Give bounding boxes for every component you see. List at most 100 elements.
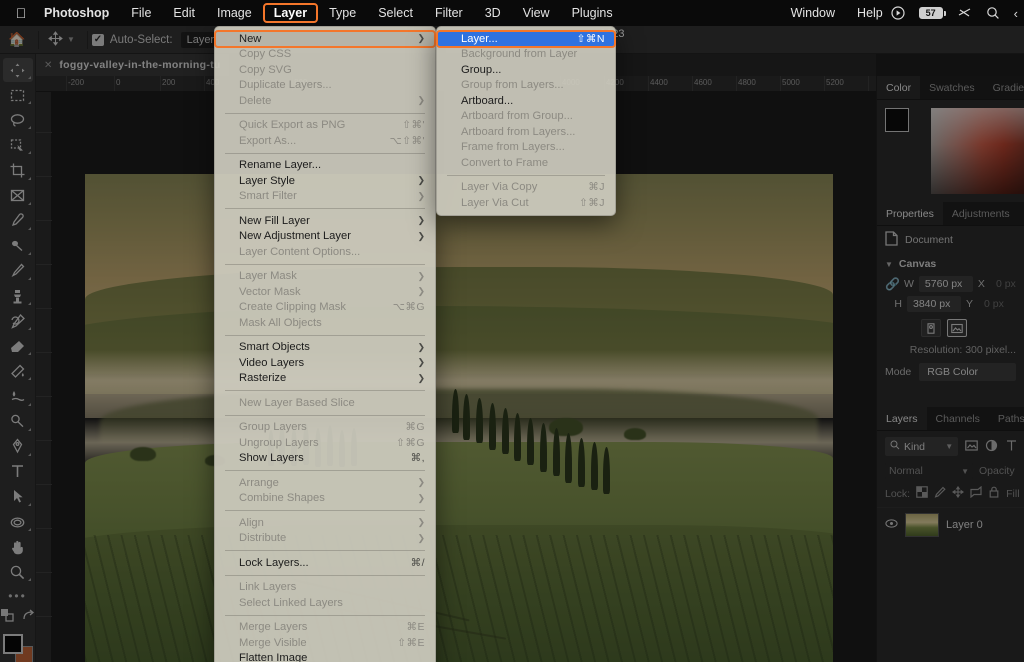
ellipse-shape-tool[interactable] [3, 510, 33, 534]
menu-layer[interactable]: Layer [263, 3, 318, 23]
record-circle-icon[interactable] [891, 6, 905, 20]
color-panel-swatches[interactable] [885, 108, 923, 142]
control-center-icon[interactable]: ‹ [1014, 7, 1018, 20]
eraser-tool[interactable] [3, 334, 33, 358]
y-input[interactable]: 0 px [978, 296, 1018, 312]
tab-gradients[interactable]: Gradients [984, 76, 1024, 99]
landscape-orientation-icon[interactable] [947, 319, 967, 337]
menu-file[interactable]: File [120, 3, 162, 23]
layer-menu-item-video-layers[interactable]: Video Layers❯ [215, 355, 435, 371]
document-tab[interactable]: ✕ foggy-valley-in-the-morning-tu [36, 54, 229, 76]
menu-filter[interactable]: Filter [424, 3, 474, 23]
mode-dropdown[interactable]: RGB Color [919, 363, 1016, 381]
tab-adjustments[interactable]: Adjustments [943, 202, 1019, 225]
tab-libraries[interactable]: Li [1019, 202, 1024, 225]
dodge-tool[interactable] [3, 410, 33, 434]
layer-menu-item-layer-style[interactable]: Layer Style❯ [215, 173, 435, 189]
chevron-down-icon[interactable]: ▼ [67, 35, 75, 44]
menu-3d[interactable]: 3D [474, 3, 512, 23]
height-input[interactable]: 3840 px [907, 296, 961, 312]
menu-select[interactable]: Select [367, 3, 424, 23]
gradient-tool[interactable] [3, 359, 33, 383]
layer-menu-item-smart-objects[interactable]: Smart Objects❯ [215, 340, 435, 356]
tab-properties[interactable]: Properties [877, 202, 943, 225]
new-submenu-item-layer[interactable]: Layer...⇧⌘N [437, 31, 615, 47]
lock-transparent-pixels-icon[interactable] [916, 485, 928, 503]
rectangular-marquee-tool[interactable] [3, 83, 33, 107]
spot-healing-brush-tool[interactable] [3, 234, 33, 258]
layer-menu-item-rename-layer[interactable]: Rename Layer... [215, 158, 435, 174]
layer-name[interactable]: Layer 0 [946, 519, 983, 531]
menu-image[interactable]: Image [206, 3, 263, 23]
brush-tool[interactable] [3, 259, 33, 283]
layer-menu-item-new[interactable]: New❯ [215, 31, 435, 47]
crop-tool[interactable] [3, 158, 33, 182]
zoom-tool[interactable] [3, 560, 33, 584]
tab-layers[interactable]: Layers [877, 407, 927, 430]
portrait-orientation-icon[interactable] [921, 319, 941, 337]
layer-kind-dropdown[interactable]: Kind ▼ [885, 437, 958, 456]
move-tool[interactable] [3, 58, 33, 82]
menu-type[interactable]: Type [318, 3, 367, 23]
tab-color[interactable]: Color [877, 76, 920, 99]
menu-view[interactable]: View [512, 3, 561, 23]
tab-paths[interactable]: Paths [989, 407, 1024, 430]
blend-mode-dropdown[interactable]: Normal ▼ [885, 463, 973, 479]
layer-menu-item-rasterize[interactable]: Rasterize❯ [215, 371, 435, 387]
menu-window[interactable]: Window [780, 3, 846, 23]
eyedropper-tool[interactable] [3, 209, 33, 233]
type-tool[interactable] [3, 460, 33, 484]
quick-selection-tool[interactable] [3, 133, 33, 157]
menu-edit[interactable]: Edit [162, 3, 206, 23]
tab-channels[interactable]: Channels [927, 407, 989, 430]
auto-select-checkbox[interactable]: ✓ [92, 34, 104, 46]
menu-photoshop[interactable]: Photoshop [32, 3, 120, 23]
x-input[interactable]: 0 px [990, 276, 1024, 292]
search-icon[interactable] [986, 6, 1000, 20]
layer-thumbnail[interactable] [905, 513, 939, 537]
menu-plugins[interactable]: Plugins [561, 3, 624, 23]
edit-toolbar-icon[interactable]: ••• [8, 589, 27, 603]
swap-colors-icon[interactable] [21, 608, 35, 627]
history-brush-tool[interactable] [3, 309, 33, 333]
lock-all-icon[interactable] [988, 485, 1000, 503]
canvas-section-header[interactable]: ▼ Canvas [877, 254, 1024, 274]
layer-menu-item-new-adjustment-layer[interactable]: New Adjustment Layer❯ [215, 229, 435, 245]
wifi-slash-icon[interactable] [957, 6, 972, 20]
default-colors-icon[interactable] [0, 608, 14, 627]
vertical-ruler[interactable] [36, 92, 52, 662]
foreground-background-color-swatch[interactable] [3, 634, 33, 662]
pixel-layer-filter-icon[interactable] [964, 439, 978, 455]
menu-help[interactable]: Help [846, 3, 894, 23]
move-tool-icon[interactable] [43, 31, 67, 49]
lock-position-icon[interactable] [952, 485, 964, 503]
layer-row[interactable]: Layer 0 [877, 507, 1024, 541]
new-submenu-item-group[interactable]: Group... [437, 62, 615, 78]
apple-logo-icon[interactable]:  [10, 6, 32, 20]
tab-swatches[interactable]: Swatches [920, 76, 984, 99]
home-icon[interactable]: 🏠 [0, 31, 34, 48]
close-icon[interactable]: ✕ [44, 60, 52, 71]
path-selection-tool[interactable] [3, 485, 33, 509]
layer-menu-item-new-fill-layer[interactable]: New Fill Layer❯ [215, 213, 435, 229]
type-layer-filter-icon[interactable] [1004, 439, 1018, 455]
lock-artboard-nesting-icon[interactable] [970, 485, 982, 503]
blur-tool[interactable] [3, 384, 33, 408]
layer-menu-item-flatten-image[interactable]: Flatten Image [215, 651, 435, 662]
foreground-color-swatch[interactable] [3, 634, 23, 654]
frame-tool[interactable] [3, 184, 33, 208]
link-icon[interactable]: 🔗 [885, 277, 899, 291]
battery-charging-icon[interactable]: 57 [919, 7, 943, 19]
hand-tool[interactable] [3, 535, 33, 559]
adjustment-layer-filter-icon[interactable] [984, 439, 998, 455]
clone-stamp-tool[interactable] [3, 284, 33, 308]
layer-menu-item-lock-layers[interactable]: Lock Layers...⌘/ [215, 555, 435, 571]
layer-menu-item-show-layers[interactable]: Show Layers⌘, [215, 451, 435, 467]
eye-icon[interactable] [885, 519, 898, 531]
new-submenu-item-artboard[interactable]: Artboard... [437, 93, 615, 109]
lasso-tool[interactable] [3, 108, 33, 132]
lock-image-pixels-icon[interactable] [934, 485, 946, 503]
document-image[interactable] [85, 174, 833, 662]
pen-tool[interactable] [3, 435, 33, 459]
color-ramp[interactable] [931, 108, 1024, 194]
